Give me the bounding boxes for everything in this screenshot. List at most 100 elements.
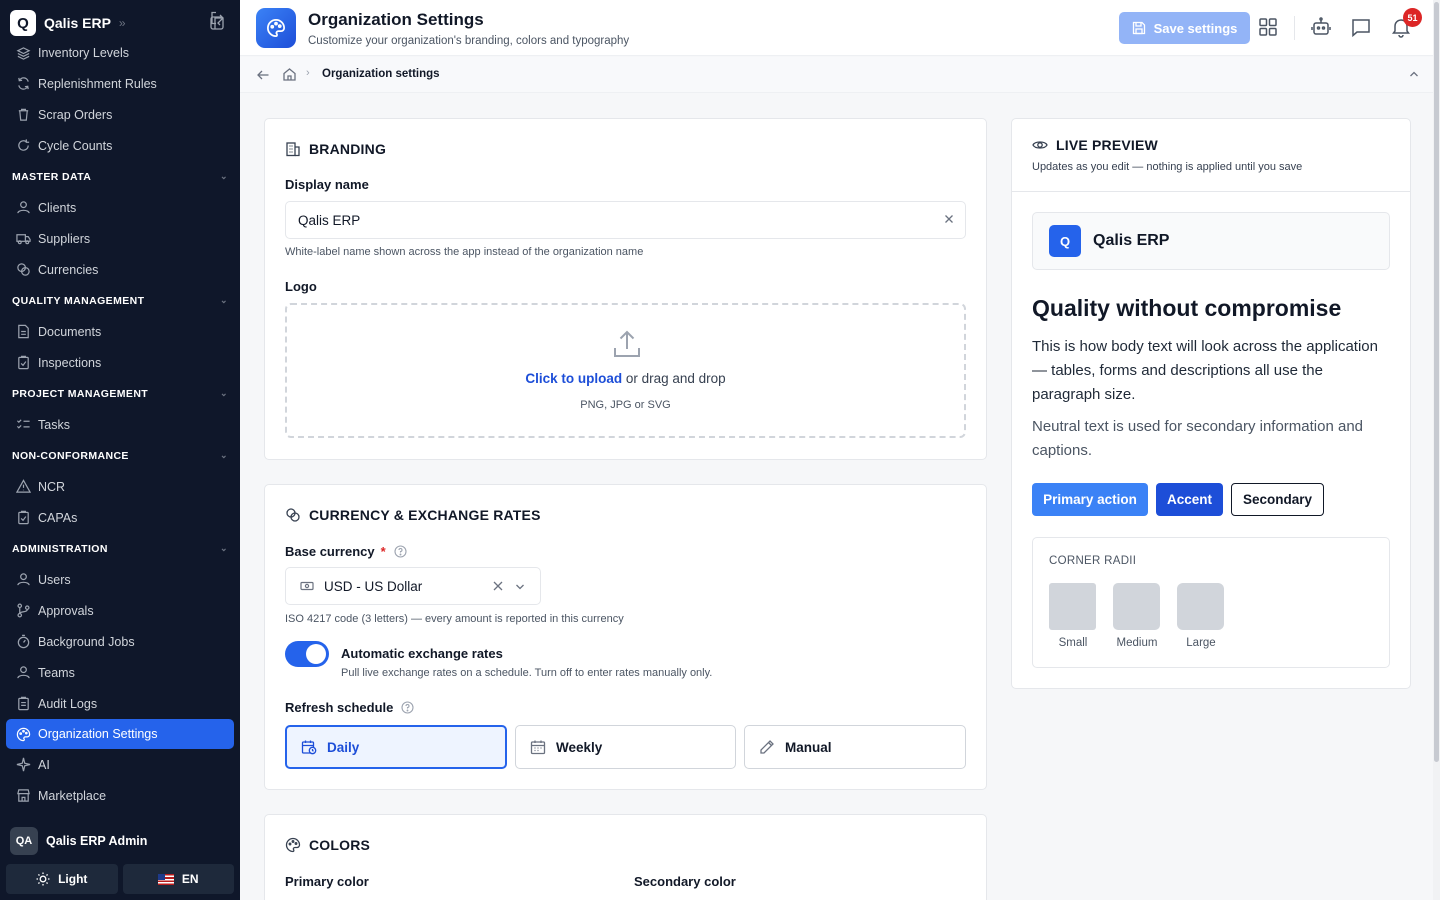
radius-swatch-small [1049,583,1096,630]
preview-secondary-button[interactable]: Secondary [1231,483,1324,516]
sidebar-item-audit-logs[interactable]: Audit Logs [0,688,240,719]
sidebar-item-label: Documents [38,324,102,339]
display-name-field[interactable]: Qalis ERP [285,201,966,239]
app-name[interactable]: Qalis ERP [44,15,111,31]
sidebar-item-suppliers[interactable]: Suppliers [0,223,240,254]
radius-label: Medium [1116,637,1158,649]
card-title: CURRENCY & EXCHANGE RATES [285,507,541,523]
sidebar-item-background-jobs[interactable]: Background Jobs [0,626,240,657]
auto-exchange-label: Automatic exchange rates [341,646,503,661]
sidebar-item-label: Suppliers [38,231,91,246]
sidebar-item-marketplace[interactable]: Marketplace [0,780,240,811]
sidebar-nav: Inventory Levels Replenishment Rules Scr… [0,38,240,813]
sidebar-section-master-data[interactable]: MASTER DATA ⌄ [0,161,240,192]
auto-exchange-toggle[interactable] [285,641,329,667]
display-name-label: Display name [285,177,369,192]
upload-text-rest: or drag and drop [622,371,726,386]
sidebar-item-currencies[interactable]: Currencies [0,254,240,285]
app-logo[interactable]: Q [10,10,36,36]
sidebar-user[interactable]: QA Qalis ERP Admin [0,823,240,859]
git-branch-icon [17,603,30,618]
us-flag-icon [157,873,174,885]
preview-body-text: This is how body text will look across t… [1032,338,1378,403]
schedule-option-daily[interactable]: Daily [285,725,507,769]
sidebar-item-capas[interactable]: CAPAs [0,502,240,533]
refresh-icon [18,77,29,90]
base-currency-select[interactable]: USD - US Dollar [285,567,541,605]
preview-header: LIVE PREVIEW Updates as you edit — nothi… [1012,119,1410,192]
sidebar-item-ncr[interactable]: NCR [0,471,240,502]
sidebar-section-quality-management[interactable]: QUALITY MANAGEMENT ⌄ [0,285,240,316]
layers-icon [16,46,31,60]
sidebar-item-inspections[interactable]: Inspections [0,347,240,378]
sidebar-item-organization-settings[interactable]: Organization Settings [6,719,234,749]
sparkles-icon [16,757,31,772]
home-icon[interactable] [282,67,297,82]
chat-icon[interactable] [1350,16,1372,38]
help-icon[interactable] [401,701,414,714]
chevron-down-icon: ⌄ [220,543,228,553]
sidebar-item-clients[interactable]: Clients [0,192,240,223]
card-title-text: CURRENCY & EXCHANGE RATES [309,507,541,523]
calendar-clock-icon [301,740,317,755]
preview-subtitle: Updates as you edit — nothing is applied… [1032,161,1303,173]
user-icon [17,201,30,214]
sidebar-item-inventory-levels[interactable]: Inventory Levels [0,38,240,68]
sidebar-item-scrap-orders[interactable]: Scrap Orders [0,99,240,130]
sidebar-item-users[interactable]: Users [0,564,240,595]
sidebar-item-label: Inspections [38,355,102,370]
chevron-right-icon[interactable]: » [119,16,126,30]
sidebar-item-ai[interactable]: AI [0,749,240,780]
scrollbar-thumb[interactable] [1434,2,1439,762]
chevron-down-icon[interactable] [514,581,526,593]
sidebar: Q Qalis ERP » Inventory Levels Replenish… [0,0,240,900]
chevron-up-icon[interactable] [1408,68,1420,80]
apps-grid-icon[interactable] [1257,16,1279,38]
sidebar-item-label: Currencies [38,262,99,277]
save-label: Save settings [1153,20,1238,36]
back-arrow-icon[interactable] [256,68,270,82]
card-title-text: LIVE PREVIEW [1056,137,1158,153]
upload-link[interactable]: Click to upload [525,371,622,386]
sidebar-item-documents[interactable]: Documents [0,316,240,347]
bot-icon[interactable] [1310,16,1332,38]
schedule-option-weekly[interactable]: Weekly [515,725,736,769]
sidebar-item-replenishment-rules[interactable]: Replenishment Rules [0,68,240,99]
theme-label: Light [58,872,88,886]
coins-icon [286,508,300,522]
sidebar-item-cycle-counts[interactable]: Cycle Counts [0,130,240,161]
sidebar-item-teams[interactable]: Teams [0,657,240,688]
page-title: Organization Settings [308,10,484,29]
logout-icon[interactable] [210,11,224,25]
sidebar-item-tasks[interactable]: Tasks [0,409,240,440]
colors-card: COLORS Primary color Secondary color [264,814,987,900]
breadcrumb-current: Organization settings [322,68,440,80]
theme-toggle-button[interactable]: Light [6,864,118,894]
coins-icon [17,263,30,276]
sidebar-item-label: AI [38,757,50,772]
clear-icon[interactable] [492,580,504,592]
preview-heading: Quality without compromise [1032,295,1342,321]
truck-icon [16,234,31,245]
sidebar-item-label: Audit Logs [38,696,98,711]
refresh-schedule-label: Refresh schedule [285,700,414,715]
schedule-option-manual[interactable]: Manual [744,725,966,769]
sidebar-item-approvals[interactable]: Approvals [0,595,240,626]
save-settings-button[interactable]: Save settings [1119,12,1250,44]
calendar-icon [530,740,546,755]
logo-dropzone[interactable]: Click to upload or drag and drop PNG, JP… [285,303,966,438]
sidebar-section-project-management[interactable]: PROJECT MANAGEMENT ⌄ [0,378,240,409]
timer-icon [17,634,30,649]
save-icon [1132,21,1145,35]
language-button[interactable]: EN [122,864,234,894]
sidebar-section-non-conformance[interactable]: NON-CONFORMANCE ⌄ [0,440,240,471]
scrollbar-track[interactable] [1433,0,1440,900]
preview-accent-button[interactable]: Accent [1156,483,1223,516]
banknote-icon [300,579,314,593]
help-icon[interactable] [394,545,407,558]
preview-primary-button[interactable]: Primary action [1032,483,1148,516]
clear-icon[interactable] [943,213,955,225]
base-currency-label-text: Base currency [285,544,375,559]
sidebar-section-administration[interactable]: ADMINISTRATION ⌄ [0,533,240,564]
sidebar-item-label: Cycle Counts [38,138,113,153]
